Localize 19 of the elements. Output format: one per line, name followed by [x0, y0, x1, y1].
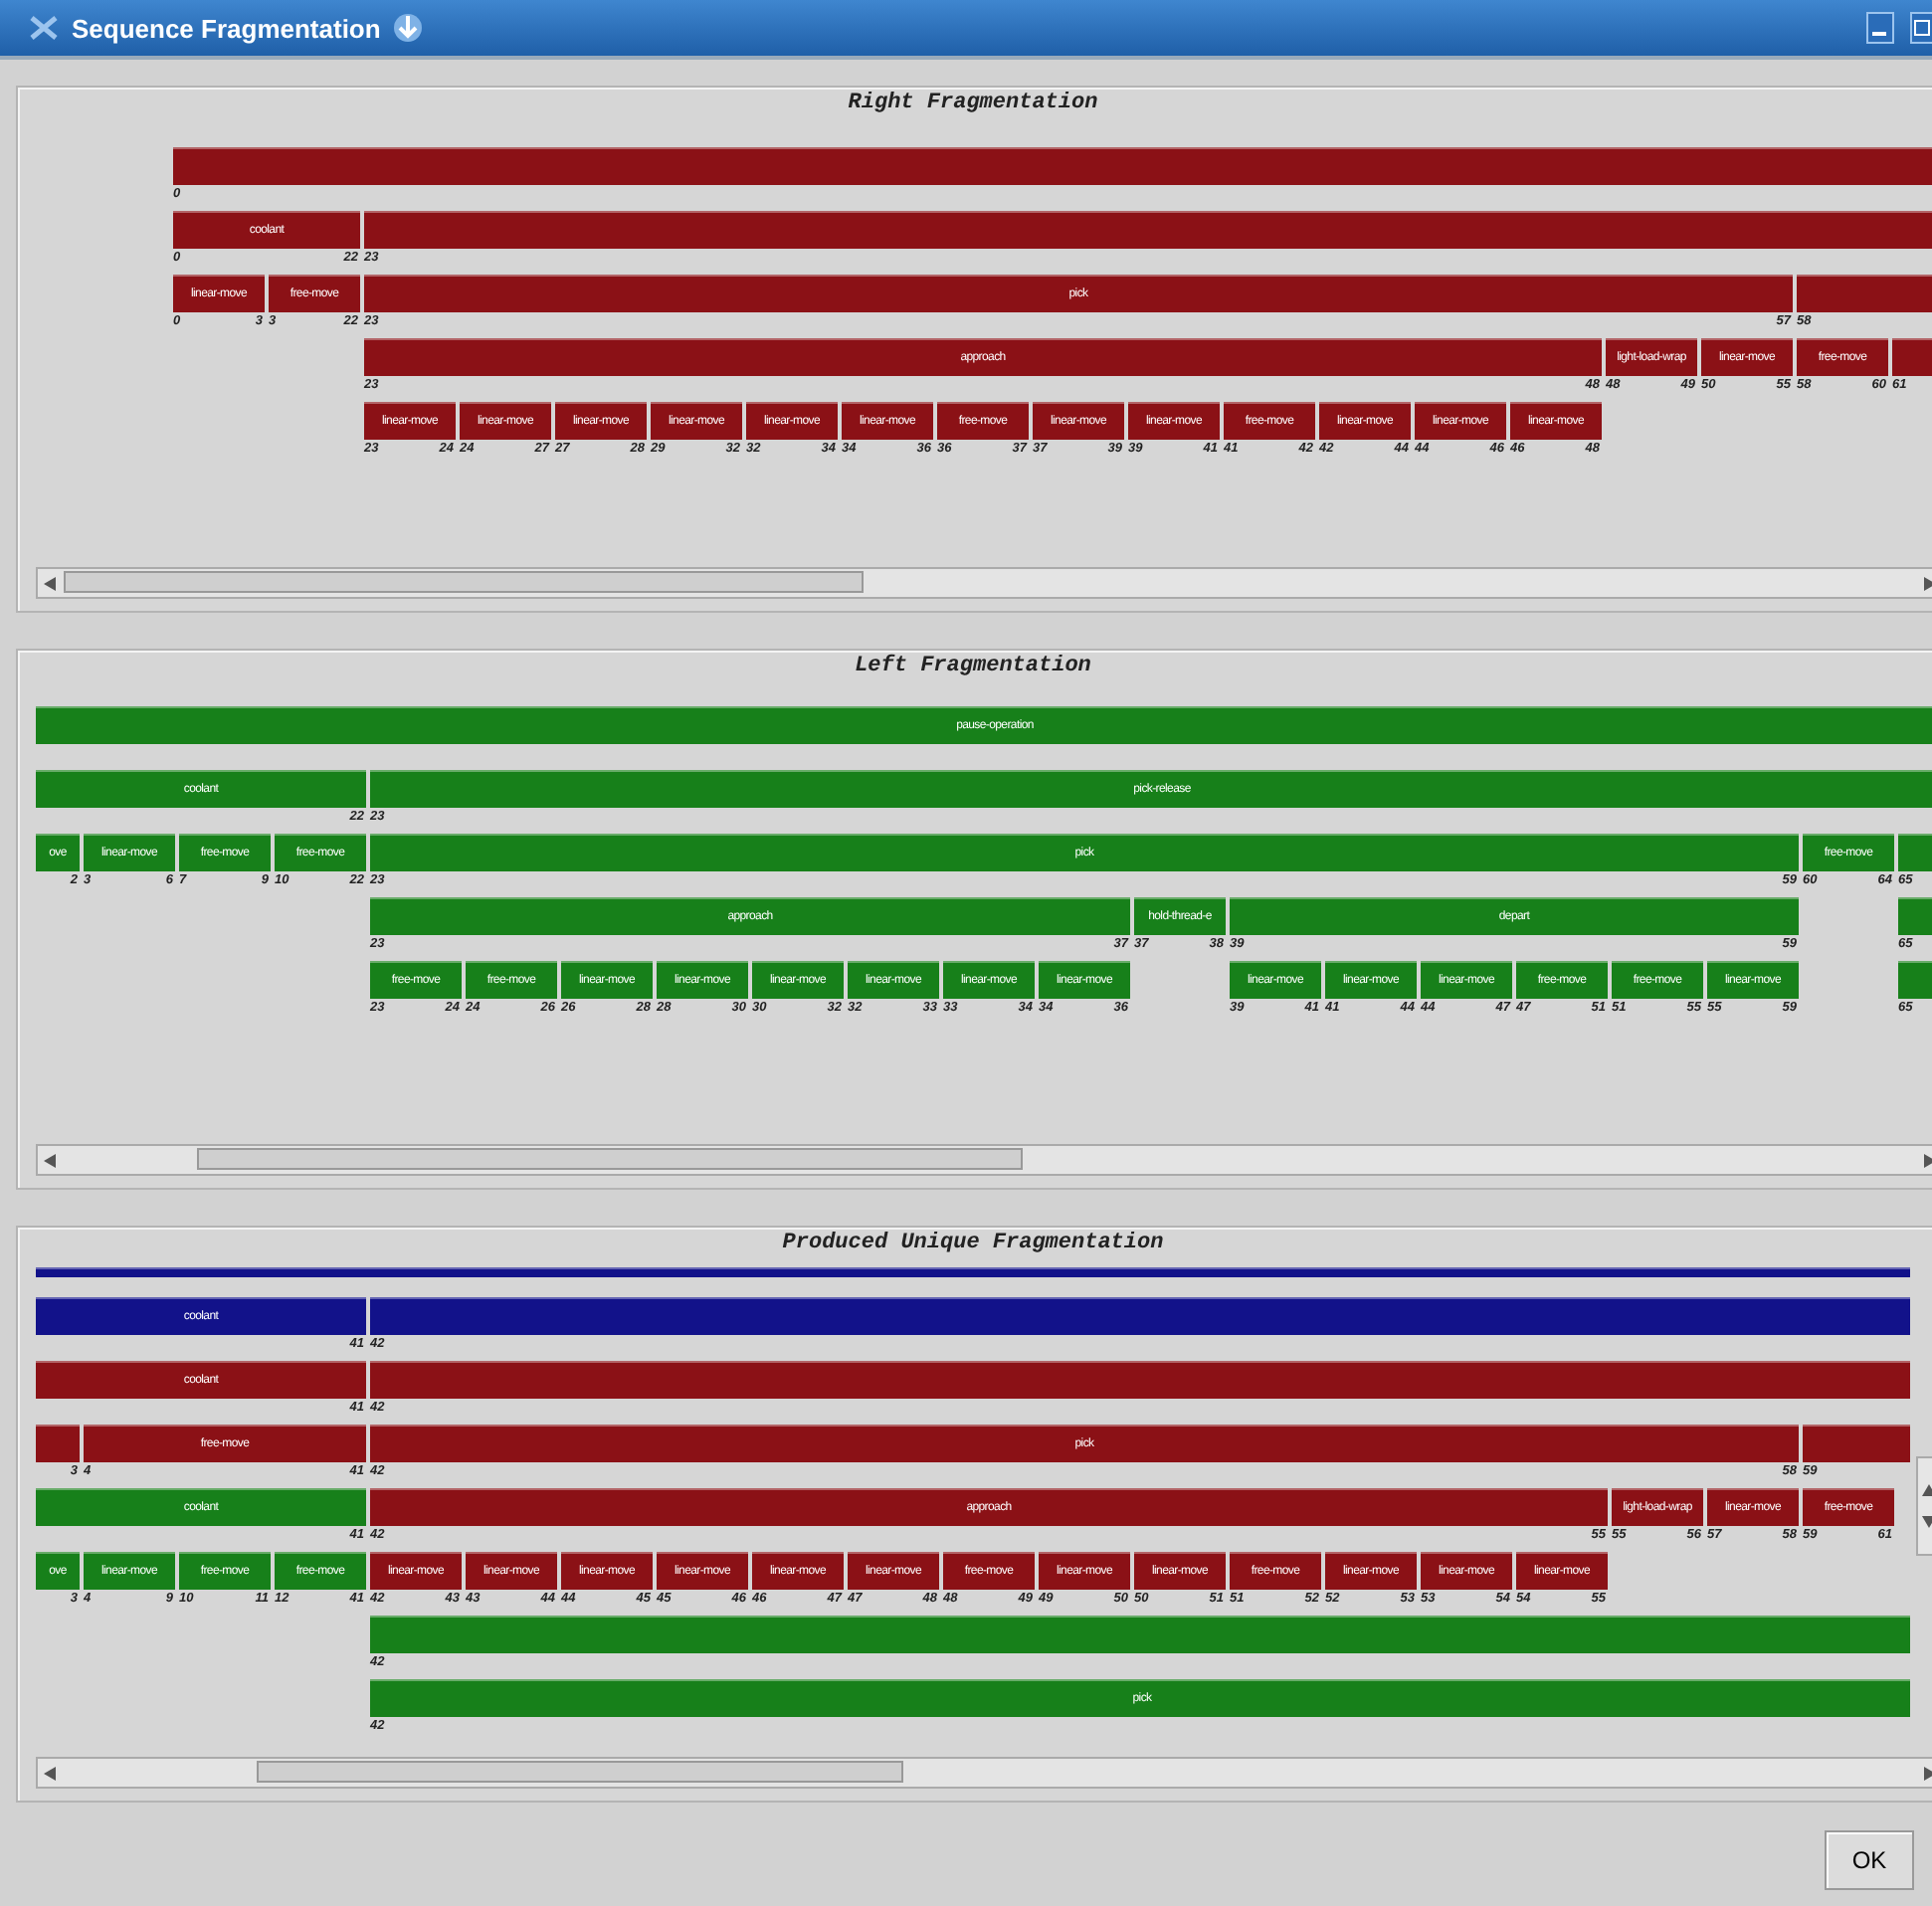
- scroll-thumb[interactable]: [257, 1761, 903, 1783]
- panel-title: Produced Unique Fragmentation: [782, 1232, 1166, 1255]
- scroll-thumb[interactable]: [197, 1148, 1023, 1170]
- app-icon: [28, 12, 60, 44]
- minimize-button[interactable]: [1866, 12, 1894, 44]
- panel-title: Left Fragmentation: [855, 655, 1093, 678]
- panel-title: Right Fragmentation: [848, 92, 1100, 115]
- horizontal-scrollbar[interactable]: [36, 1757, 1932, 1789]
- ok-button[interactable]: OK: [1825, 1830, 1914, 1890]
- maximize-button[interactable]: [1910, 12, 1932, 44]
- scroll-thumb[interactable]: [64, 571, 864, 593]
- left-arrow-icon[interactable]: [42, 1151, 60, 1169]
- download-icon[interactable]: [392, 10, 425, 46]
- horizontal-scrollbar[interactable]: [36, 1144, 1932, 1176]
- left-arrow-icon[interactable]: [42, 574, 60, 592]
- maximize-icon: [1914, 20, 1930, 36]
- horizontal-scrollbar[interactable]: [36, 567, 1932, 599]
- left-arrow-icon[interactable]: [42, 1764, 60, 1782]
- window-title: Sequence Fragmentation: [72, 13, 381, 43]
